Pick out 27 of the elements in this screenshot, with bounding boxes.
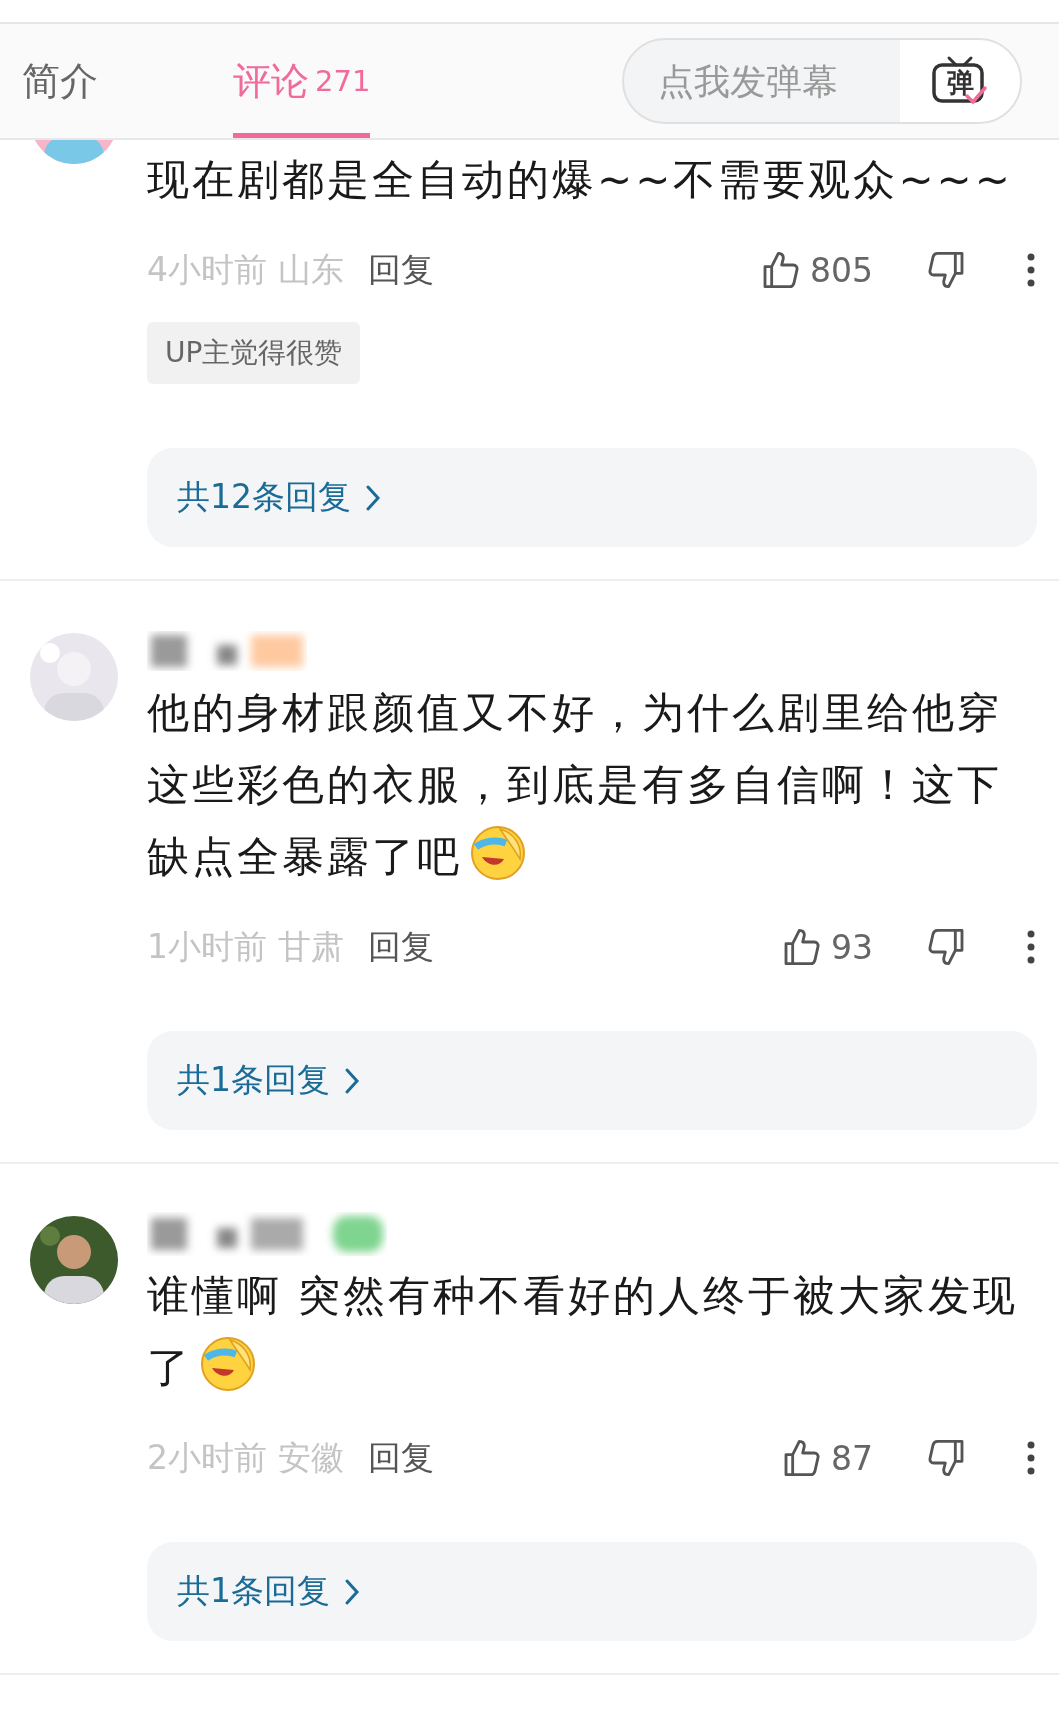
- laughing-emoji-icon: [200, 1336, 256, 1392]
- more-icon[interactable]: [1025, 929, 1037, 965]
- view-replies-button[interactable]: 共1条回复: [147, 1542, 1037, 1641]
- author-liked-badge: UP主觉得很赞: [147, 322, 361, 384]
- comment-time-location: 2小时前 安徽: [147, 1436, 344, 1479]
- view-replies-button[interactable]: 共1条回复: [147, 1031, 1037, 1130]
- reply-link[interactable]: 回复: [367, 924, 434, 970]
- reply-link[interactable]: 回复: [367, 247, 434, 293]
- comment-text: 谁懂啊 突然有种不看好的人终于被大家发现了: [147, 1270, 1020, 1394]
- chevron-right-icon: [344, 1577, 360, 1606]
- view-replies-button[interactable]: 共12条回复: [147, 448, 1037, 547]
- like-count: 805: [810, 250, 873, 290]
- danmaku-toggle-button[interactable]: 弹: [900, 40, 1020, 122]
- reply-link[interactable]: 回复: [367, 1435, 434, 1481]
- comment-text: 现在剧都是全自动的爆~~不需要观众~~~: [147, 154, 1014, 206]
- more-icon[interactable]: [1025, 1440, 1037, 1476]
- comment-text: 他的身材跟颜值又不好，为什么剧里给他穿这些彩色的衣服，到底是有多自信啊！这下缺点全暴露了吧: [147, 687, 1003, 883]
- chevron-right-icon: [344, 1066, 360, 1095]
- chevron-right-icon: [365, 483, 381, 512]
- tab[interactable]: 简介: [22, 24, 233, 138]
- like-count: 93: [831, 927, 873, 967]
- laughing-emoji-icon: [470, 825, 526, 881]
- like-count: 87: [831, 1438, 873, 1478]
- comment-time-location: 4小时前 山东: [147, 248, 344, 291]
- danmaku-input-field[interactable]: 点我发弹幕 弹: [622, 38, 1022, 124]
- comment-time-location: 1小时前 甘肃: [147, 925, 344, 968]
- more-icon[interactable]: [1025, 252, 1037, 288]
